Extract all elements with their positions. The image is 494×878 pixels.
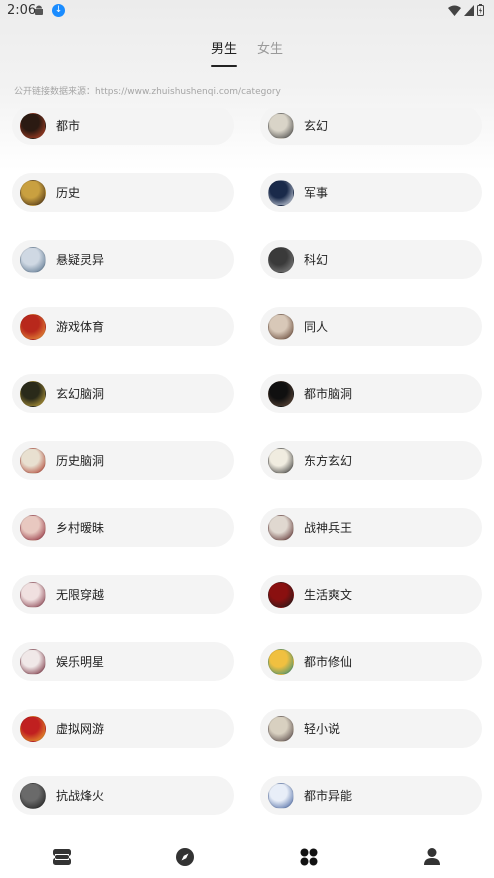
category-label: 娱乐明星 (56, 655, 105, 669)
category-item[interactable]: 科幻 (260, 240, 482, 279)
category-item[interactable]: 抗战烽火 (12, 776, 234, 815)
nav-bookshelf[interactable] (42, 842, 82, 872)
category-cover-thumbnail (268, 380, 294, 407)
download-icon: ↓ (52, 4, 65, 17)
category-label: 玄幻脑洞 (56, 387, 105, 401)
profile-icon (424, 848, 441, 865)
bookshelf-icon (52, 848, 71, 865)
category-cover-thumbnail (268, 313, 294, 340)
status-time: 2:06 (7, 3, 37, 18)
category-cover-thumbnail (268, 715, 294, 742)
category-label: 悬疑灵异 (56, 253, 105, 267)
category-item[interactable]: 军事 (260, 173, 482, 212)
source-note: 公开链接数据来源：https://www.zhuishushenqi.com/c… (14, 87, 281, 97)
category-grid: 都市 玄幻历史 军事悬疑灵异 科幻游戏体育 同人玄幻脑洞 都市脑洞历史脑洞 东方玄幻乡村暧昧… (12, 108, 482, 815)
bottom-nav (0, 835, 494, 878)
category-label: 生活爽文 (304, 588, 353, 602)
nav-category[interactable] (289, 842, 329, 872)
category-item[interactable]: 都市修仙 (260, 642, 482, 681)
nav-discover[interactable] (165, 842, 205, 872)
category-cover-thumbnail (268, 648, 294, 675)
category-cover-thumbnail (20, 514, 46, 541)
category-item[interactable]: 虚拟网游 (12, 709, 234, 748)
category-label: 游戏体育 (56, 320, 105, 334)
category-list[interactable]: 都市 玄幻历史 军事悬疑灵异 科幻游戏体育 同人玄幻脑洞 都市脑洞历史脑洞 东方玄幻乡村暧昧… (12, 108, 482, 818)
tab-male[interactable]: 男生 (210, 38, 238, 67)
category-cover-thumbnail (20, 112, 46, 139)
status-bar: 2:06 ↓ (0, 0, 494, 22)
category-item[interactable]: 游戏体育 (12, 307, 234, 346)
category-item[interactable]: 娱乐明星 (12, 642, 234, 681)
category-icon (300, 848, 318, 865)
category-item[interactable]: 历史 (12, 173, 234, 212)
category-label: 虚拟网游 (56, 722, 105, 736)
category-item[interactable]: 玄幻 (260, 108, 482, 145)
category-cover-thumbnail (268, 112, 294, 139)
battery-icon (477, 4, 484, 16)
wifi-icon (448, 5, 461, 16)
category-item[interactable]: 都市异能 (260, 776, 482, 815)
category-cover-thumbnail (268, 581, 294, 608)
category-item[interactable]: 都市 (12, 108, 234, 145)
category-label: 抗战烽火 (56, 789, 105, 803)
category-label: 都市修仙 (304, 655, 353, 669)
category-cover-thumbnail (20, 447, 46, 474)
category-cover-thumbnail (268, 782, 294, 809)
category-label: 都市异能 (304, 789, 353, 803)
category-label: 科幻 (304, 253, 329, 267)
category-label: 东方玄幻 (304, 454, 353, 468)
tab-female[interactable]: 女生 (257, 38, 283, 67)
category-item[interactable]: 东方玄幻 (260, 441, 482, 480)
category-item[interactable]: 战神兵王 (260, 508, 482, 547)
category-item[interactable]: 生活爽文 (260, 575, 482, 614)
category-item[interactable]: 都市脑洞 (260, 374, 482, 413)
category-cover-thumbnail (20, 648, 46, 675)
category-label: 轻小说 (304, 722, 341, 736)
category-cover-thumbnail (20, 246, 46, 273)
gender-tabs: 男生 女生 (0, 38, 494, 67)
nav-profile[interactable] (412, 842, 452, 872)
category-item[interactable]: 悬疑灵异 (12, 240, 234, 279)
category-label: 同人 (304, 320, 329, 334)
category-cover-thumbnail (20, 380, 46, 407)
category-label: 历史 (56, 186, 81, 200)
signal-icon (464, 4, 474, 16)
category-cover-thumbnail (20, 581, 46, 608)
category-label: 都市脑洞 (304, 387, 353, 401)
category-label: 都市 (56, 119, 81, 133)
category-label: 乡村暧昧 (56, 521, 105, 535)
category-cover-thumbnail (268, 514, 294, 541)
category-label: 历史脑洞 (56, 454, 105, 468)
category-item[interactable]: 玄幻脑洞 (12, 374, 234, 413)
category-item[interactable]: 轻小说 (260, 709, 482, 748)
category-item[interactable]: 无限穿越 (12, 575, 234, 614)
category-label: 军事 (304, 186, 329, 200)
category-cover-thumbnail (20, 179, 46, 206)
android-icon (35, 5, 43, 15)
category-label: 战神兵王 (304, 521, 353, 535)
category-cover-thumbnail (268, 246, 294, 273)
category-label: 无限穿越 (56, 588, 105, 602)
category-item[interactable]: 乡村暧昧 (12, 508, 234, 547)
category-cover-thumbnail (268, 179, 294, 206)
category-item[interactable]: 历史脑洞 (12, 441, 234, 480)
category-cover-thumbnail (268, 447, 294, 474)
category-cover-thumbnail (20, 313, 46, 340)
status-icons (448, 4, 484, 16)
category-cover-thumbnail (20, 782, 46, 809)
compass-icon (176, 847, 195, 866)
category-cover-thumbnail (20, 715, 46, 742)
category-label: 玄幻 (304, 119, 329, 133)
category-item[interactable]: 同人 (260, 307, 482, 346)
